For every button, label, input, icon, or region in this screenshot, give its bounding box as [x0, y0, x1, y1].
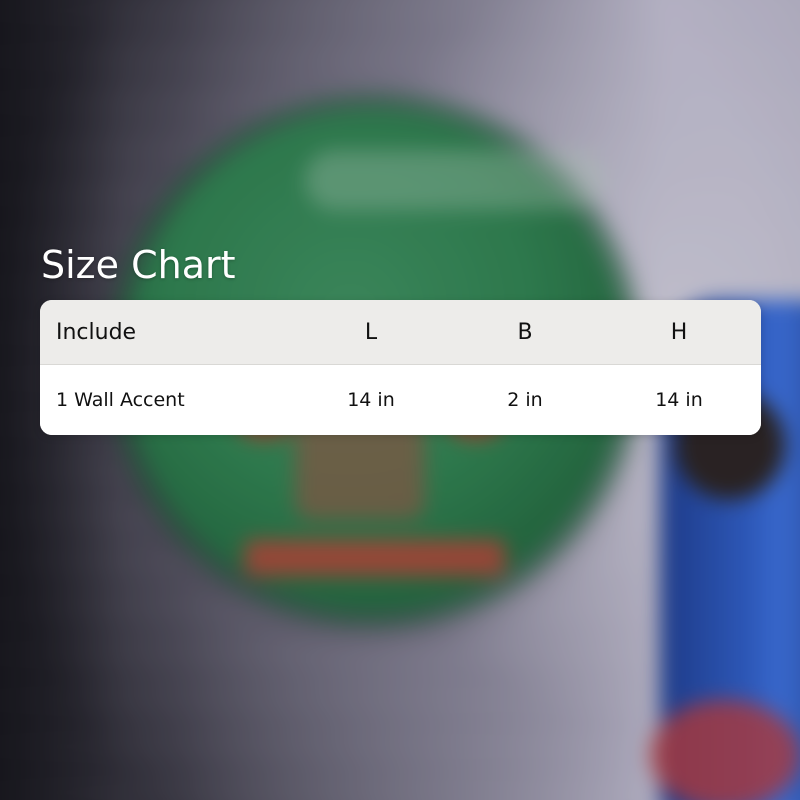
- table-header-row: Include L B H: [40, 300, 761, 365]
- header-include: Include: [56, 319, 137, 345]
- size-chart-table: Include L B H 1 Wall Accent 14 in 2 in 1…: [40, 300, 761, 435]
- size-chart-title: Size Chart: [41, 243, 236, 287]
- header-height: H: [670, 319, 688, 345]
- cell-length: 14 in: [347, 389, 395, 411]
- header-length: L: [364, 319, 378, 345]
- header-breadth: B: [517, 319, 533, 345]
- cell-breadth: 2 in: [507, 389, 543, 411]
- cell-include: 1 Wall Accent: [56, 389, 185, 411]
- cell-height: 14 in: [655, 389, 703, 411]
- table-row: 1 Wall Accent 14 in 2 in 14 in: [40, 365, 761, 435]
